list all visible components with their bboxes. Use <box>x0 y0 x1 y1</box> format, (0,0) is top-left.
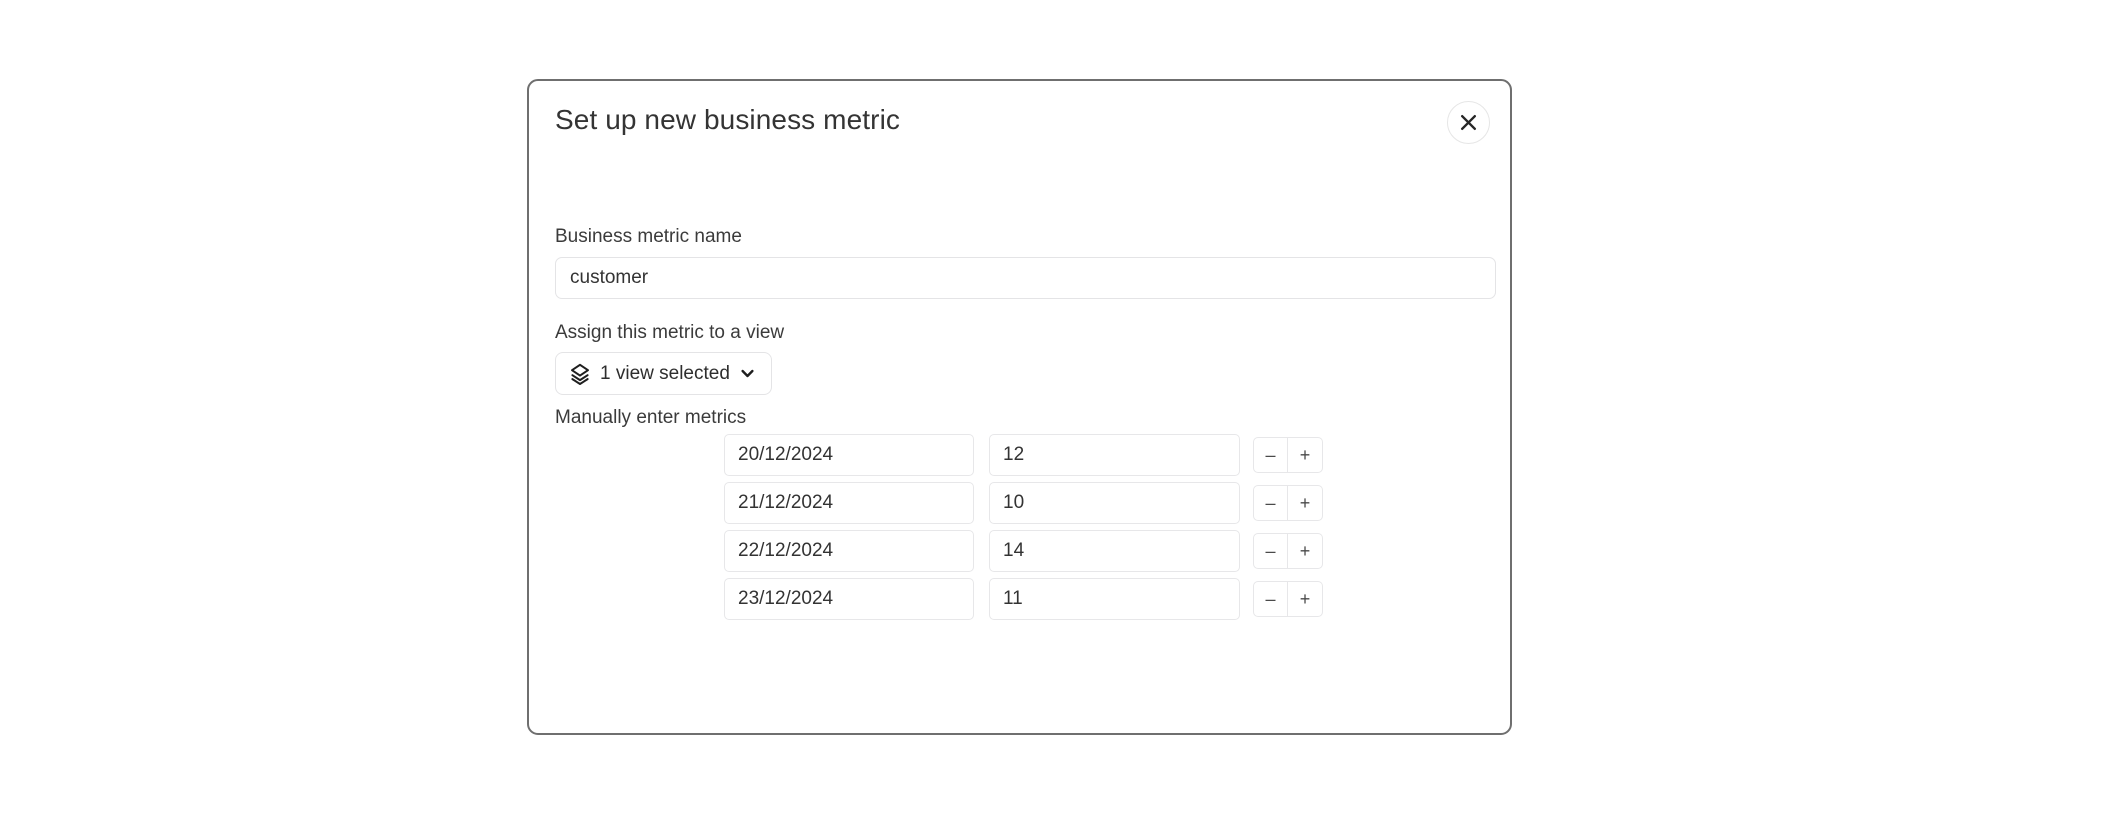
metric-value-stepper: – + <box>1253 533 1323 569</box>
manual-metrics-label: Manually enter metrics <box>555 407 747 428</box>
view-selector-dropdown[interactable]: 1 view selected <box>555 352 772 395</box>
metric-decrement-button[interactable]: – <box>1253 485 1288 521</box>
metric-decrement-button[interactable]: – <box>1253 581 1288 617</box>
modal-body: Business metric name Assign this metric … <box>555 169 1510 733</box>
metric-value-input[interactable] <box>989 578 1240 620</box>
metric-increment-button[interactable]: + <box>1288 533 1323 569</box>
set-up-business-metric-modal: Set up new business metric Business metr… <box>527 79 1512 735</box>
modal-header: Set up new business metric <box>529 81 1510 169</box>
metric-value-stepper: – + <box>1253 437 1323 473</box>
metric-date-input[interactable] <box>724 530 974 572</box>
close-icon <box>1459 113 1478 132</box>
view-selector-value: 1 view selected <box>600 362 730 384</box>
metric-row: –+ <box>724 434 1323 476</box>
metric-row: –+ <box>724 482 1323 524</box>
close-button[interactable] <box>1447 101 1490 144</box>
business-metric-name-input[interactable] <box>555 257 1496 299</box>
metric-value-stepper: – + <box>1253 581 1323 617</box>
metric-row: –+ <box>724 530 1323 572</box>
business-metric-name-label: Business metric name <box>555 226 742 247</box>
metric-decrement-button[interactable]: – <box>1253 437 1288 473</box>
metric-increment-button[interactable]: + <box>1288 485 1323 521</box>
metric-decrement-button[interactable]: – <box>1253 533 1288 569</box>
manual-metrics-rows: –+–+–+–+ <box>724 434 1323 626</box>
metric-date-input[interactable] <box>724 434 974 476</box>
layers-icon <box>569 363 591 385</box>
metric-value-input[interactable] <box>989 530 1240 572</box>
metric-row: –+ <box>724 578 1323 620</box>
page-title: Set up new business metric <box>555 104 900 135</box>
assign-view-label: Assign this metric to a view <box>555 322 785 343</box>
metric-date-input[interactable] <box>724 578 974 620</box>
metric-value-stepper: – + <box>1253 485 1323 521</box>
chevron-down-icon <box>739 365 756 382</box>
metric-value-input[interactable] <box>989 434 1240 476</box>
metric-value-input[interactable] <box>989 482 1240 524</box>
metric-date-input[interactable] <box>724 482 974 524</box>
metric-increment-button[interactable]: + <box>1288 581 1323 617</box>
metric-increment-button[interactable]: + <box>1288 437 1323 473</box>
